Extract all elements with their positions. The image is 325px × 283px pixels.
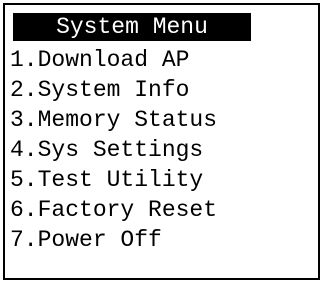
menu-item-download-ap[interactable]: 1.Download AP bbox=[10, 45, 217, 75]
menu-item-test-utility[interactable]: 5.Test Utility bbox=[10, 165, 217, 195]
menu-item-power-off[interactable]: 7.Power Off bbox=[10, 225, 217, 255]
menu-item-factory-reset[interactable]: 6.Factory Reset bbox=[10, 195, 217, 225]
device-screen: System Menu 1.Download AP 2.System Info … bbox=[3, 3, 320, 280]
menu-item-sys-settings[interactable]: 4.Sys Settings bbox=[10, 135, 217, 165]
menu-title: System Menu bbox=[13, 13, 251, 41]
menu-item-system-info[interactable]: 2.System Info bbox=[10, 75, 217, 105]
menu-list: 1.Download AP 2.System Info 3.Memory Sta… bbox=[10, 45, 217, 255]
menu-item-memory-status[interactable]: 3.Memory Status bbox=[10, 105, 217, 135]
